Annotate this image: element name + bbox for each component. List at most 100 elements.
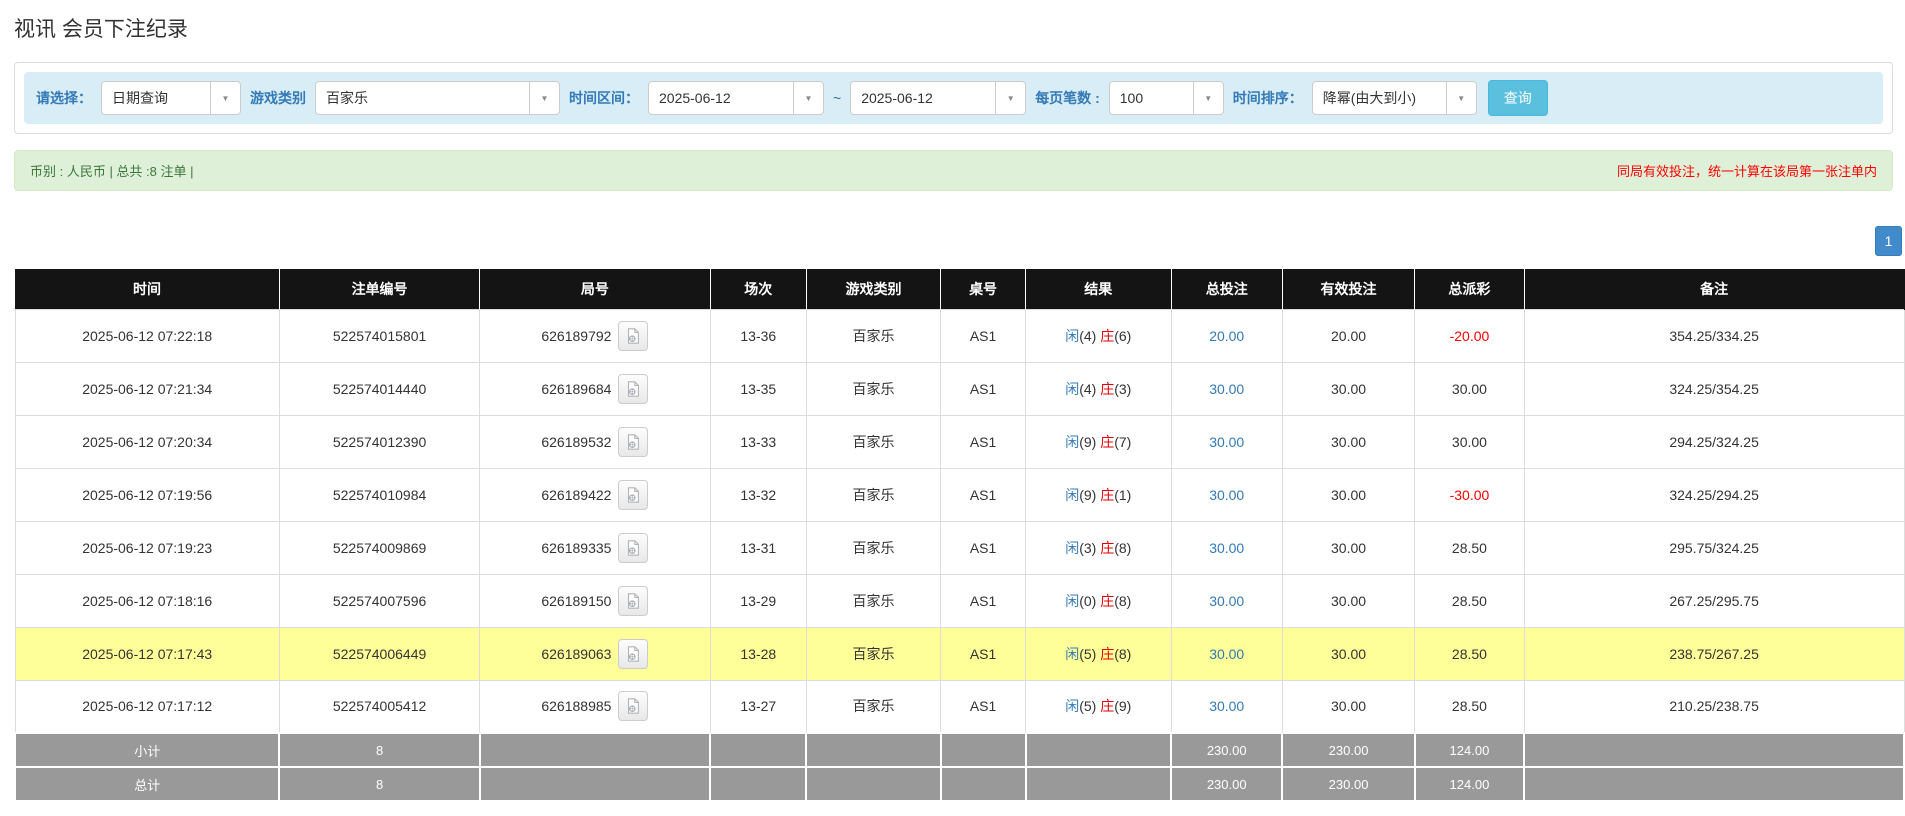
grand-total-row-valid-bet-cell: 230.00 [1281, 766, 1416, 802]
video-file-icon [628, 327, 640, 344]
payout-cell: 30.00 [1414, 414, 1525, 469]
total-bet-cell[interactable]: 30.00 [1170, 626, 1283, 681]
result-cell: 闲(4) 庄(6) [1025, 308, 1172, 363]
remark-cell: 354.25/334.25 [1523, 308, 1905, 363]
table-no-cell: AS1 [940, 308, 1027, 363]
video-replay-button[interactable] [618, 638, 649, 669]
total-bet-cell[interactable]: 20.00 [1170, 308, 1283, 363]
video-replay-button[interactable] [618, 373, 649, 404]
valid-bet-cell: 30.00 [1281, 361, 1416, 416]
round-cell: 626188985 [479, 679, 711, 734]
result-cell: 闲(5) 庄(9) [1025, 679, 1172, 734]
total-bet-cell[interactable]: 30.00 [1170, 520, 1283, 575]
video-file-icon [628, 645, 640, 662]
table-no-cell: AS1 [940, 520, 1027, 575]
table-no-cell: AS1 [940, 626, 1027, 681]
payout-cell: 28.50 [1414, 520, 1525, 575]
bet-id-cell: 522574007596 [278, 573, 481, 628]
grand-total-row-payout-cell: 124.00 [1413, 766, 1526, 802]
player-result-label: 闲 [1065, 698, 1080, 715]
round-cell: 626189792 [479, 308, 711, 363]
session-cell: 13-32 [709, 467, 807, 522]
bet-id-cell: 522574005412 [278, 679, 481, 734]
session-cell: 13-27 [709, 679, 807, 734]
game-type-cell: 百家乐 [805, 679, 942, 734]
banker-result-points: (8) [1114, 539, 1132, 556]
sort-order-select[interactable]: 降幂(由大到小) ▼ [1311, 81, 1477, 115]
table-row: 2025-06-12 07:19:23 522574009869 626189335… [14, 520, 1905, 575]
column-header: 游戏类别 [806, 269, 942, 309]
session-cell: 13-29 [709, 573, 807, 628]
subtotal-row-round-cell [478, 732, 712, 768]
column-header: 总派彩 [1414, 269, 1525, 309]
page-1-button[interactable]: 1 [1875, 226, 1902, 256]
total-bet-cell[interactable]: 30.00 [1170, 361, 1283, 416]
payout-cell: 28.50 [1414, 679, 1525, 734]
total-bet-cell[interactable]: 30.00 [1170, 467, 1283, 522]
result-cell: 闲(9) 庄(7) [1025, 414, 1172, 469]
table-no-cell: AS1 [940, 361, 1027, 416]
video-replay-button[interactable] [618, 426, 649, 457]
banker-result-label: 庄 [1100, 539, 1115, 556]
video-file-icon [628, 380, 640, 397]
video-replay-button[interactable] [618, 585, 649, 616]
page-size-label: 每页笔数 : [1035, 90, 1100, 106]
subtotal-row-payout-cell: 124.00 [1413, 732, 1526, 768]
game-type-cell: 百家乐 [805, 467, 942, 522]
video-replay-button[interactable] [618, 320, 649, 351]
filter-bar: 请选择： 日期查询 ▼ 游戏类别 百家乐 ▼ 时间区间： 2025-06-12 … [24, 72, 1883, 124]
result-cell: 闲(4) 庄(3) [1025, 361, 1172, 416]
table-body: 2025-06-12 07:22:18 522574015801 626189792… [14, 308, 1905, 734]
date-to-select[interactable]: 2025-06-12 ▼ [850, 81, 1027, 115]
game-type-cell: 百家乐 [805, 361, 942, 416]
remark-cell: 294.25/324.25 [1523, 414, 1905, 469]
session-cell: 13-36 [709, 308, 807, 363]
column-header: 总投注 [1171, 269, 1283, 309]
player-result-label: 闲 [1065, 380, 1080, 397]
date-from-select[interactable]: 2025-06-12 ▼ [648, 81, 824, 115]
table-row: 2025-06-12 07:22:18 522574015801 626189792… [14, 308, 1905, 363]
remark-cell: 295.75/324.25 [1523, 520, 1905, 575]
game-type-select[interactable]: 百家乐 ▼ [315, 81, 560, 115]
bet-records-table: 时间 注单编号 局号 场次 游戏类别 桌号 结果 总投注 有效投注 总派彩 备注 2025-06-1… [13, 269, 1905, 802]
table-row: 2025-06-12 07:21:34 522574014440 626189684… [14, 361, 1905, 416]
query-type-select[interactable]: 日期查询 ▼ [101, 81, 241, 115]
game-type-value: 百家乐 [326, 90, 368, 106]
column-header: 时间 [15, 269, 280, 309]
chevron-down-icon: ▼ [793, 82, 823, 114]
round-number: 626189422 [541, 486, 612, 503]
time-cell: 2025-06-12 07:17:43 [14, 626, 280, 681]
page-size-select[interactable]: 100 ▼ [1108, 81, 1224, 115]
chevron-down-icon: ▼ [1445, 82, 1476, 114]
round-cell: 626189532 [479, 414, 711, 469]
video-replay-button[interactable] [618, 532, 649, 563]
valid-bet-notice: 同局有效投注，统一计算在该局第一张注单内 [1616, 164, 1877, 179]
remark-cell: 324.25/294.25 [1523, 467, 1905, 522]
valid-bet-cell: 30.00 [1281, 573, 1416, 628]
payout-cell: 28.50 [1414, 626, 1525, 681]
query-button[interactable]: 查询 [1487, 80, 1548, 116]
time-cell: 2025-06-12 07:17:12 [14, 679, 280, 734]
table-no-cell: AS1 [940, 679, 1027, 734]
table-foot: 小计 8 230.00 230.00 124.00 总计 8 230.00 230.00 124.… [13, 732, 1905, 802]
grand-total-row-result-cell [1024, 766, 1173, 802]
video-file-icon [628, 433, 640, 450]
total-bet-cell[interactable]: 30.00 [1170, 679, 1283, 734]
time-cell: 2025-06-12 07:19:23 [14, 520, 280, 575]
date-from-value: 2025-06-12 [659, 90, 731, 106]
total-bet-cell[interactable]: 30.00 [1170, 414, 1283, 469]
chevron-down-icon: ▼ [529, 82, 559, 114]
chevron-down-icon: ▼ [995, 82, 1025, 114]
video-replay-button[interactable] [618, 479, 649, 510]
result-cell: 闲(3) 庄(8) [1025, 520, 1172, 575]
video-replay-button[interactable] [618, 691, 649, 722]
game-type-cell: 百家乐 [805, 414, 942, 469]
time-cell: 2025-06-12 07:18:16 [14, 573, 280, 628]
valid-bet-cell: 30.00 [1281, 467, 1416, 522]
round-cell: 626189335 [479, 520, 711, 575]
currency-total-info: 币别 : 人民币 | 总共 :8 注单 | [30, 164, 194, 179]
total-bet-cell[interactable]: 30.00 [1170, 573, 1283, 628]
bet-id-cell: 522574014440 [278, 361, 481, 416]
player-result-points: (5) [1079, 645, 1097, 662]
round-number: 626189063 [541, 645, 612, 662]
